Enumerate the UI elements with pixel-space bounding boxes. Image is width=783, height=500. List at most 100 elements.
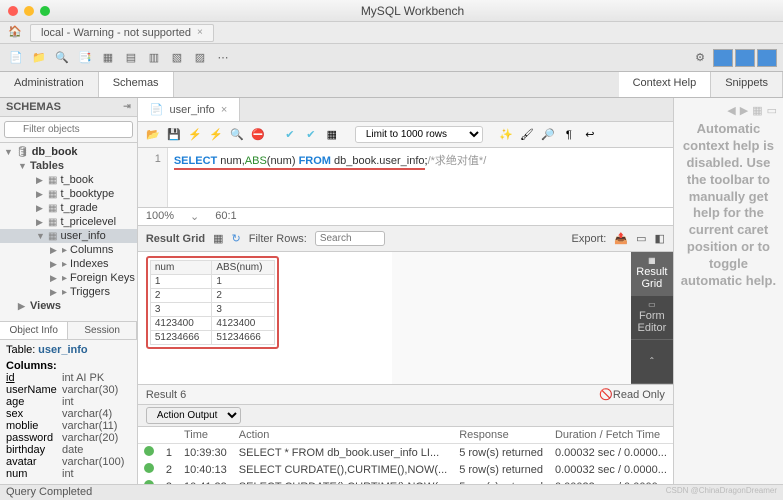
- layout-bottom[interactable]: [735, 49, 755, 67]
- table-t-book[interactable]: ▶▦t_book: [0, 173, 137, 187]
- triggers-folder[interactable]: ▶▸Triggers: [0, 285, 137, 299]
- export-icon[interactable]: 📤: [614, 232, 628, 245]
- layout-right[interactable]: [757, 49, 777, 67]
- table-icon: ▦: [48, 203, 57, 214]
- table-row[interactable]: 5123466651234666: [150, 331, 275, 345]
- table-user-info[interactable]: ▼▦user_info: [0, 229, 137, 243]
- layout-left[interactable]: [713, 49, 733, 67]
- output-table[interactable]: TimeActionResponseDuration / Fetch Time1…: [138, 427, 673, 484]
- output-row[interactable]: 110:39:30SELECT * FROM db_book.user_info…: [138, 444, 673, 462]
- schemas-title: SCHEMAS: [6, 101, 61, 113]
- tab-snippets[interactable]: Snippets: [711, 72, 783, 97]
- wrap-icon[interactable]: ↩: [581, 126, 599, 144]
- result-grid[interactable]: numABS(num)11223341234004123400512346665…: [150, 260, 276, 345]
- help-auto-icon[interactable]: ▦: [752, 104, 762, 117]
- limit-select[interactable]: Limit to 1000 rows: [355, 126, 483, 143]
- rollback-icon[interactable]: ✔: [302, 126, 320, 144]
- home-icon[interactable]: 🏠: [8, 25, 24, 41]
- stop-icon[interactable]: ⛔: [249, 126, 267, 144]
- beautify-icon[interactable]: ✨: [497, 126, 515, 144]
- result-grid-button[interactable]: ▦Result Grid: [631, 252, 673, 296]
- grid-header[interactable]: ABS(num): [212, 261, 275, 275]
- gear-icon[interactable]: ⚙: [690, 48, 710, 68]
- save-icon[interactable]: 💾: [165, 126, 183, 144]
- database-icon: 🛢: [16, 147, 29, 158]
- tab-context-help[interactable]: Context Help: [619, 72, 712, 97]
- nav-up-button[interactable]: ⌃: [631, 340, 673, 384]
- sql-tab-label: user_info: [170, 104, 215, 116]
- col-type: int AI PK: [62, 372, 104, 384]
- nav-fwd-icon[interactable]: ▶: [740, 104, 748, 117]
- schema-db-book[interactable]: ▼🛢db_book: [0, 145, 137, 159]
- filter-input[interactable]: [315, 231, 385, 246]
- sql-editor[interactable]: 1 SELECT num,ABS(num) FROM db_book.user_…: [138, 148, 673, 208]
- sql-tab-user-info[interactable]: 📄 user_info ×: [138, 98, 240, 121]
- model-icon[interactable]: ▦: [98, 48, 118, 68]
- find-icon[interactable]: 🔎: [539, 126, 557, 144]
- proc-icon[interactable]: ▧: [167, 48, 187, 68]
- grid-header[interactable]: num: [150, 261, 212, 275]
- minimize-window[interactable]: [24, 6, 34, 16]
- output-select[interactable]: Action Output: [146, 407, 241, 424]
- close-icon[interactable]: ×: [221, 104, 227, 116]
- explain-icon[interactable]: 🔍: [228, 126, 246, 144]
- grid-view-icon[interactable]: ▦: [213, 232, 223, 245]
- traffic-lights[interactable]: [8, 6, 50, 16]
- col-type: date: [62, 444, 83, 456]
- inspector-icon[interactable]: 🔍: [52, 48, 72, 68]
- more-icon[interactable]: ⋯: [213, 48, 233, 68]
- commit-icon[interactable]: ✔: [281, 126, 299, 144]
- execute-icon[interactable]: ⚡: [186, 126, 204, 144]
- filter-input[interactable]: [4, 121, 133, 138]
- table-t-grade[interactable]: ▶▦t_grade: [0, 201, 137, 215]
- zoom-pct[interactable]: 100%: [146, 210, 174, 223]
- close-icon[interactable]: ×: [197, 27, 203, 38]
- brush-icon[interactable]: 🖌: [518, 126, 536, 144]
- table-row[interactable]: 33: [150, 303, 275, 317]
- open-sql-icon[interactable]: 📁: [29, 48, 49, 68]
- filter-rows-label: Filter Rows:: [249, 233, 307, 245]
- object-info-label: Table:: [6, 344, 35, 356]
- collapse-icon[interactable]: ⇥: [123, 101, 131, 113]
- wrap-cell-icon[interactable]: ▭: [636, 232, 646, 245]
- execute-cursor-icon[interactable]: ⚡: [207, 126, 225, 144]
- output-row[interactable]: 210:40:13SELECT CURDATE(),CURTIME(),NOW(…: [138, 461, 673, 478]
- invisible-icon[interactable]: ¶: [560, 126, 578, 144]
- table-row[interactable]: 41234004123400: [150, 317, 275, 331]
- table-icon[interactable]: ▤: [121, 48, 141, 68]
- autocommit-icon[interactable]: ▦: [323, 126, 341, 144]
- tab-administration[interactable]: Administration: [0, 72, 99, 97]
- table-t-booktype[interactable]: ▶▦t_booktype: [0, 187, 137, 201]
- view-icon[interactable]: ▥: [144, 48, 164, 68]
- tables-folder[interactable]: ▼Tables: [0, 159, 137, 173]
- new-sql-icon[interactable]: 📄: [6, 48, 26, 68]
- connection-tab[interactable]: local - Warning - not supported ×: [30, 24, 214, 42]
- table-row[interactable]: 11: [150, 275, 275, 289]
- result-tab-label[interactable]: Result 6: [146, 389, 186, 401]
- new-tab-icon[interactable]: 📑: [75, 48, 95, 68]
- refresh-icon[interactable]: ↻: [232, 232, 241, 245]
- panel-toggle-icon[interactable]: ◧: [654, 232, 664, 245]
- folder-icon: ▸: [62, 287, 67, 298]
- form-editor-button[interactable]: ▭Form Editor: [631, 296, 673, 340]
- tab-session[interactable]: Session: [68, 322, 136, 339]
- main-toolbar: 📄 📁 🔍 📑 ▦ ▤ ▥ ▧ ▨ ⋯ ⚙: [0, 44, 783, 72]
- tab-object-info[interactable]: Object Info: [0, 322, 68, 339]
- folder-icon: ▸: [62, 259, 67, 270]
- tab-schemas[interactable]: Schemas: [99, 72, 174, 97]
- foreign-keys-folder[interactable]: ▶▸Foreign Keys: [0, 271, 137, 285]
- code-line[interactable]: SELECT num,ABS(num) FROM db_book.user_in…: [168, 148, 673, 207]
- schema-tree[interactable]: ▼🛢db_book ▼Tables ▶▦t_book ▶▦t_booktype …: [0, 143, 137, 321]
- zoom-window[interactable]: [40, 6, 50, 16]
- close-window[interactable]: [8, 6, 18, 16]
- func-icon[interactable]: ▨: [190, 48, 210, 68]
- views-folder[interactable]: ▶Views: [0, 299, 137, 313]
- nav-back-icon[interactable]: ◀: [727, 104, 735, 117]
- open-icon[interactable]: 📂: [144, 126, 162, 144]
- sql-toolbar: 📂 💾 ⚡ ⚡ 🔍 ⛔ ✔ ✔ ▦ Limit to 1000 rows ✨ 🖌…: [138, 122, 673, 148]
- table-t-pricelevel[interactable]: ▶▦t_pricelevel: [0, 215, 137, 229]
- columns-folder[interactable]: ▶▸Columns: [0, 243, 137, 257]
- table-row[interactable]: 22: [150, 289, 275, 303]
- help-manual-icon[interactable]: ▭: [767, 104, 777, 117]
- indexes-folder[interactable]: ▶▸Indexes: [0, 257, 137, 271]
